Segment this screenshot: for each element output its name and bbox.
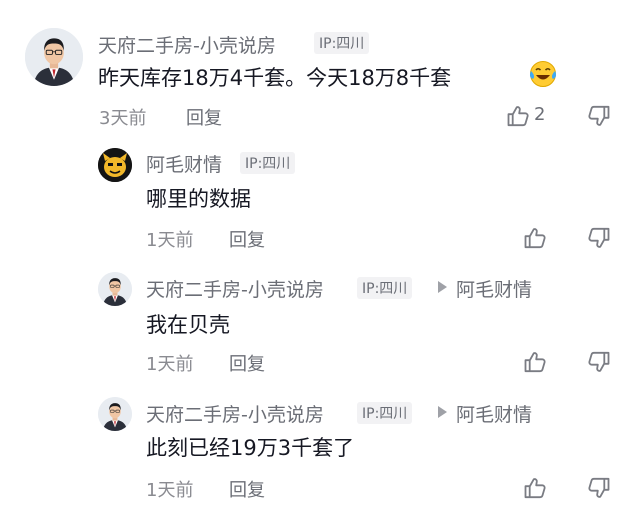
reply-text: 我在贝壳 — [146, 313, 230, 337]
thumbs-down-icon[interactable] — [587, 350, 611, 374]
avatar[interactable] — [98, 397, 132, 431]
thumbs-up-icon[interactable] — [523, 226, 547, 250]
avatar[interactable] — [25, 28, 83, 86]
comment-time: 3天前 — [99, 108, 147, 129]
laughing-tears-emoji-icon — [528, 59, 558, 89]
reply-author[interactable]: 天府二手房-小壳说房 — [146, 400, 324, 427]
ip-badge: IP:四川 — [314, 32, 370, 54]
like-count: 2 — [534, 104, 546, 125]
comment-author[interactable]: 天府二手房-小壳说房 — [98, 31, 276, 58]
ip-badge: IP:四川 — [357, 402, 413, 424]
reply-to-name[interactable]: 阿毛财情 — [456, 275, 532, 302]
thumbs-up-icon[interactable] — [506, 104, 530, 128]
reply-time: 1天前 — [146, 354, 194, 375]
reply-to-name[interactable]: 阿毛财情 — [456, 400, 532, 427]
comment-text: 昨天库存18万4千套。今天18万8千套 — [98, 66, 452, 90]
avatar[interactable] — [98, 272, 132, 306]
avatar[interactable] — [98, 148, 132, 182]
reply-text: 此刻已经19万3千套了 — [146, 436, 355, 460]
thumbs-down-icon[interactable] — [587, 476, 611, 500]
reply-button[interactable]: 回复 — [186, 104, 222, 130]
reply-time: 1天前 — [146, 230, 194, 251]
ip-badge: IP:四川 — [357, 277, 413, 299]
reply-arrow-icon — [438, 281, 447, 293]
thumbs-up-icon[interactable] — [523, 350, 547, 374]
reply-button[interactable]: 回复 — [229, 226, 265, 252]
reply-text: 哪里的数据 — [146, 187, 251, 211]
thumbs-down-icon[interactable] — [587, 226, 611, 250]
thumbs-up-icon[interactable] — [523, 476, 547, 500]
ip-badge: IP:四川 — [240, 152, 296, 174]
reply-time: 1天前 — [146, 480, 194, 501]
reply-author[interactable]: 天府二手房-小壳说房 — [146, 275, 324, 302]
reply-author[interactable]: 阿毛财情 — [146, 150, 222, 177]
reply-button[interactable]: 回复 — [229, 350, 265, 376]
thumbs-down-icon[interactable] — [587, 104, 611, 128]
reply-arrow-icon — [438, 406, 447, 418]
reply-button[interactable]: 回复 — [229, 476, 265, 502]
